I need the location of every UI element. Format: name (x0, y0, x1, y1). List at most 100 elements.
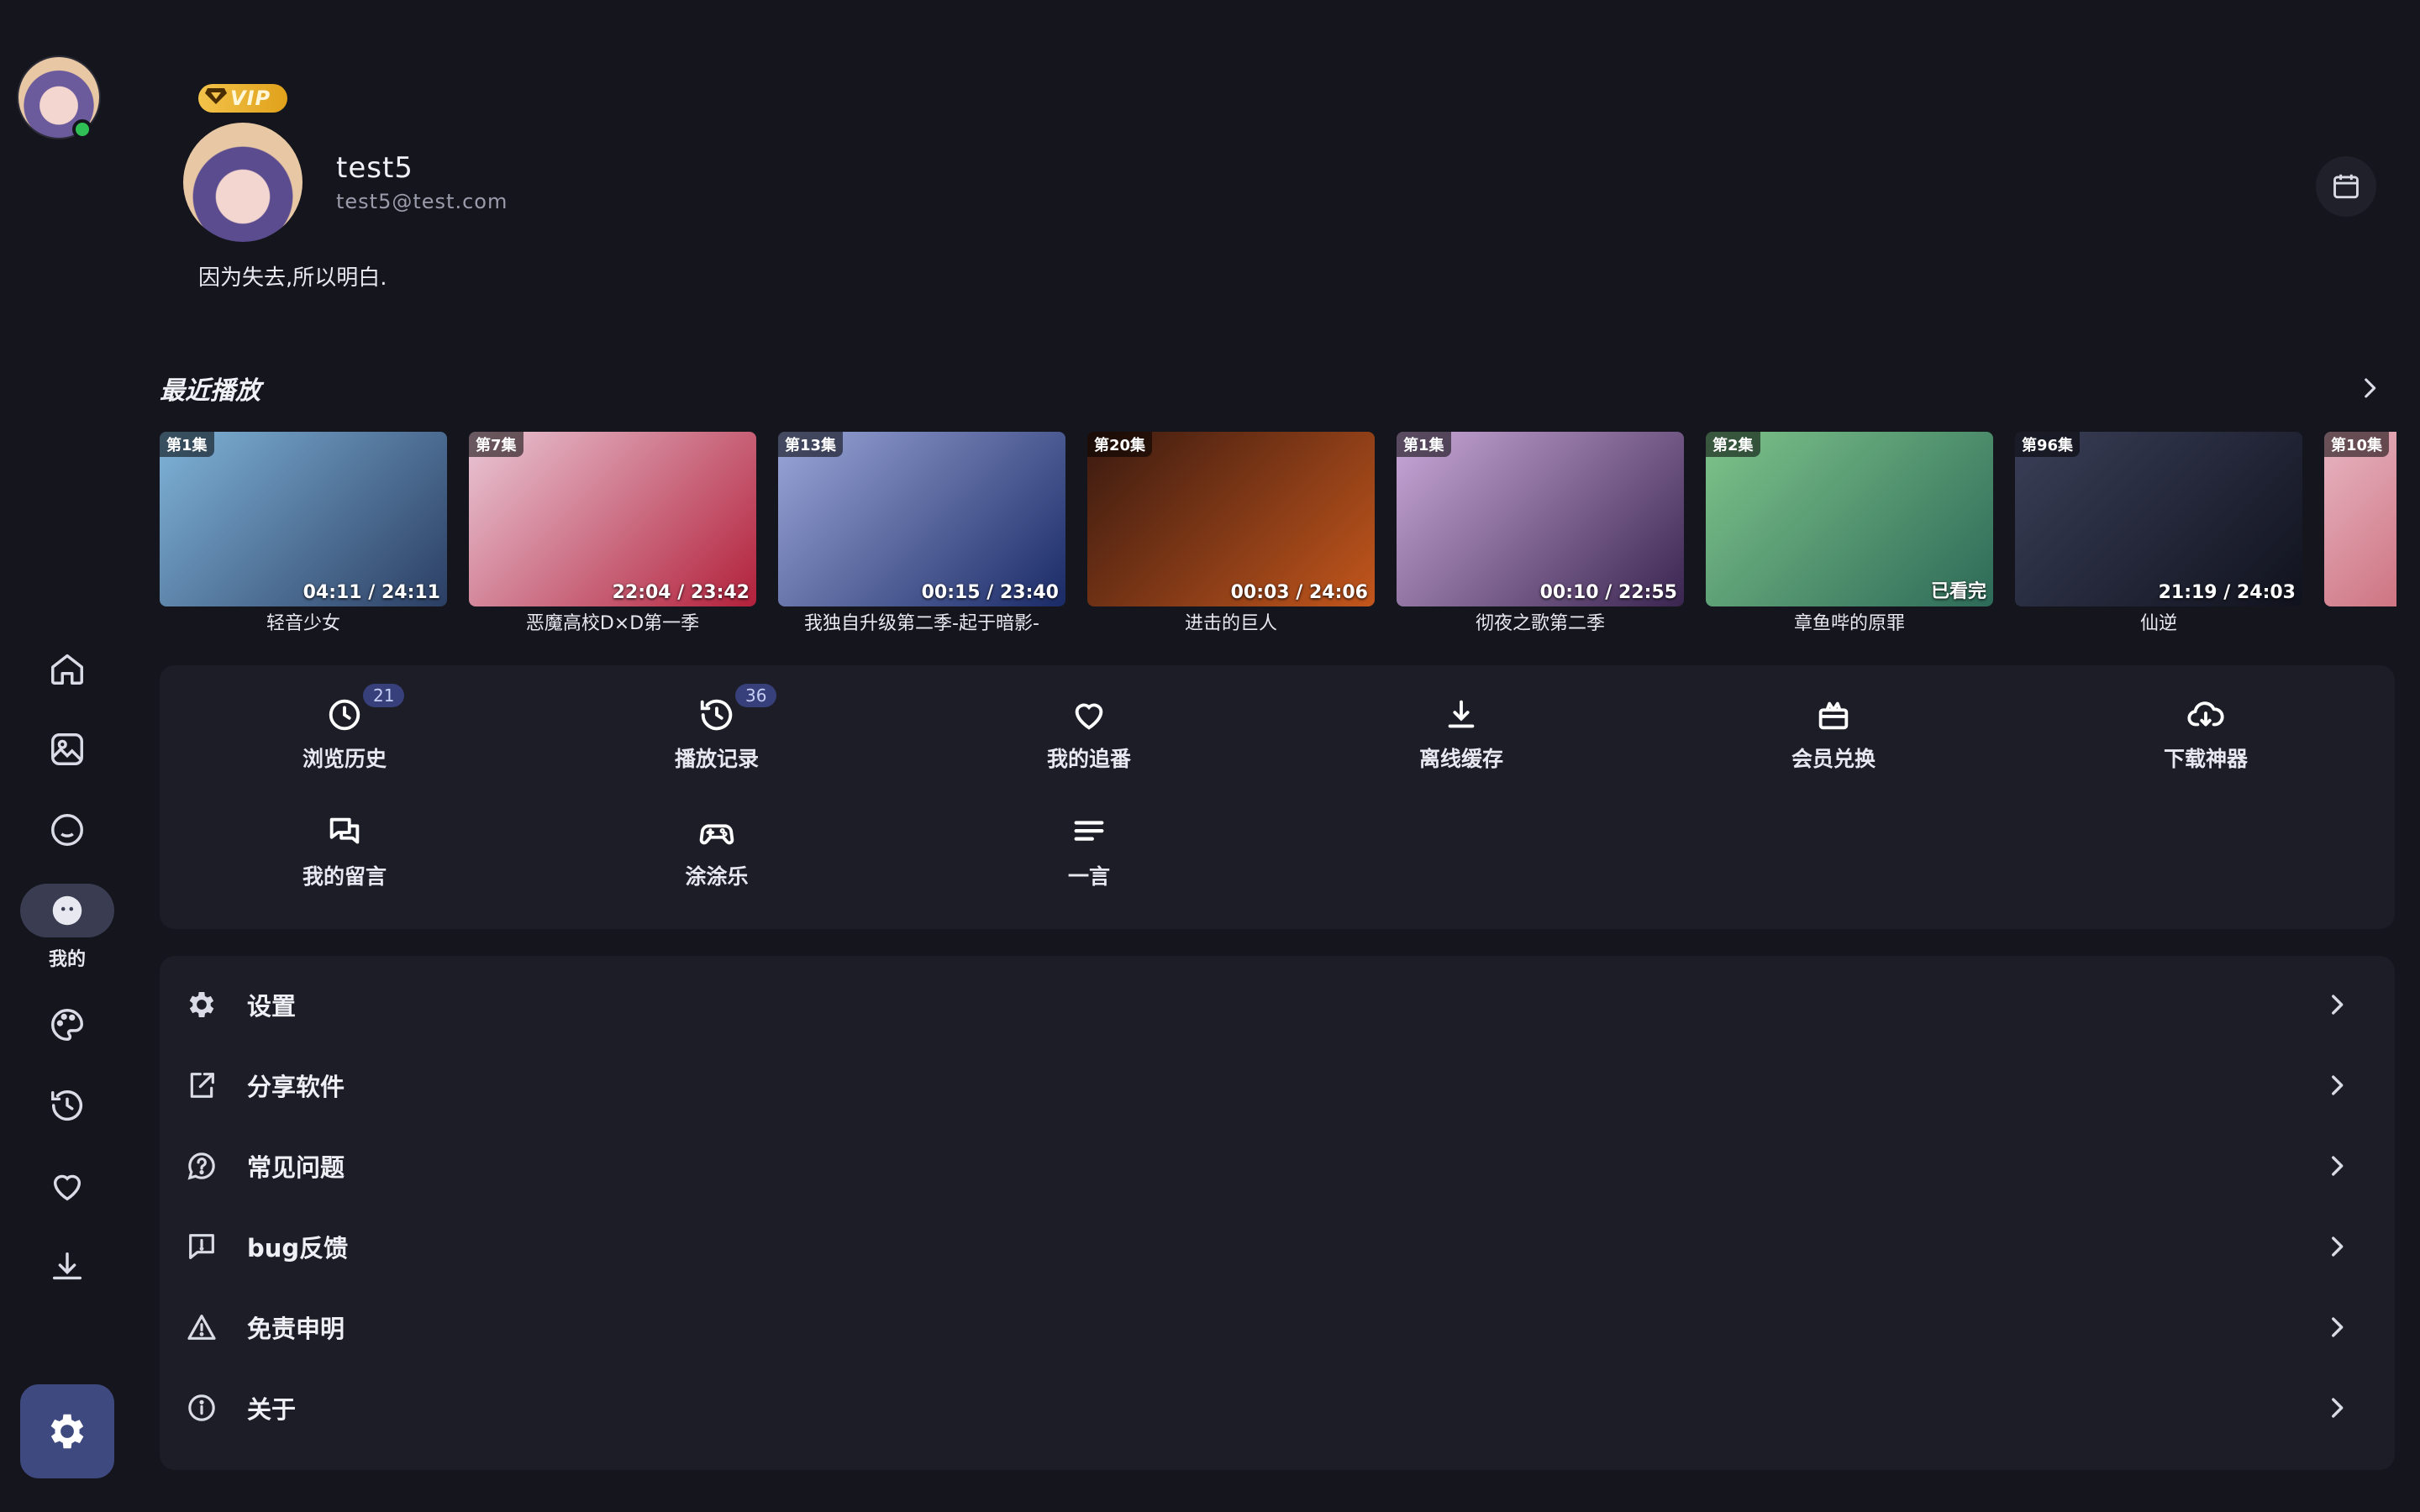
recent-thumbnail: 第7集 22:04 / 23:42 (469, 432, 756, 606)
episode-badge: 第10集 (2324, 432, 2390, 457)
sidebar: 我的 (0, 0, 134, 1512)
calendar-button[interactable] (2316, 156, 2376, 217)
progress-text: 00:10 / 22:55 (1539, 582, 1677, 603)
profile-avatar[interactable] (183, 123, 302, 242)
recent-title: 进击的巨人 (1184, 613, 1277, 633)
quick-label: 一言 (1067, 864, 1110, 889)
me-icon (52, 895, 82, 926)
chevron-right-icon (2332, 1236, 2344, 1257)
quick-browse-history[interactable]: 21 浏览历史 (244, 684, 445, 788)
quick-vip-redeem[interactable]: 会员兑换 (1733, 696, 1934, 788)
vip-badge: VIP (198, 84, 287, 113)
user-signature: 因为失去,所以明白. (198, 265, 387, 291)
recent-thumbnail: 第20集 00:03 / 24:06 (1087, 432, 1375, 606)
menu-label: 分享软件 (247, 1073, 345, 1101)
episode-badge: 第20集 (1087, 432, 1153, 457)
clock-icon (329, 699, 360, 731)
count-badge: 21 (363, 684, 405, 707)
recent-thumbnail: 第2集 已看完 (1706, 432, 1993, 606)
warning-icon (187, 1315, 216, 1340)
recent-card[interactable]: 第96集 21:19 / 24:03 仙逆 (2015, 432, 2302, 633)
quick-label: 我的留言 (302, 864, 387, 889)
menu-label: 设置 (247, 992, 297, 1021)
recent-thumbnail: 第1集 04:11 / 24:11 (160, 432, 447, 606)
quick-play-records[interactable]: 36 播放记录 (616, 684, 818, 788)
chevron-right-icon (2365, 378, 2376, 398)
menu-item-share[interactable]: 分享软件 (160, 1045, 2395, 1126)
settings-fab[interactable] (20, 1384, 114, 1478)
settings-menu: 设置 分享软件 常见问题 bug反馈 免责申明 关于 (160, 956, 2395, 1470)
quick-label: 会员兑换 (1791, 747, 1876, 771)
recent-title: 彻夜之歌第二季 (1475, 613, 1605, 633)
nav-downloads[interactable] (20, 1240, 114, 1294)
episode-badge: 第2集 (1706, 432, 1760, 457)
nav-favorites[interactable] (20, 1159, 114, 1213)
recent-card[interactable]: 第20集 00:03 / 24:06 进击的巨人 (1087, 432, 1375, 633)
menu-item-faq[interactable]: 常见问题 (160, 1126, 2395, 1206)
recent-card[interactable]: 第1集 04:11 / 24:11 轻音少女 (160, 432, 447, 633)
chat-icon (329, 817, 360, 844)
quick-label: 离线缓存 (1418, 747, 1503, 771)
recent-thumbnail: 第13集 00:15 / 23:40 (778, 432, 1065, 606)
quick-label: 播放记录 (674, 747, 759, 771)
app-root: 我的 VIP test5 test5@test.com 因为失去,所以明白. 最… (0, 0, 2420, 1512)
quick-download-tool[interactable]: 下载神器 (2105, 696, 2307, 788)
gift-icon (1818, 701, 1849, 730)
palette-icon (51, 1009, 83, 1041)
history-icon (51, 1090, 82, 1121)
nav-gallery[interactable] (20, 722, 114, 776)
quick-my-follows[interactable]: 我的追番 (988, 696, 1190, 788)
recent-card[interactable]: 第10集 (2324, 432, 2396, 608)
heart-icon (1075, 703, 1103, 730)
recent-card[interactable]: 第2集 已看完 章鱼哔的原罪 (1706, 432, 1993, 633)
quick-doodle[interactable]: 涂涂乐 (616, 813, 818, 906)
download-icon (1448, 700, 1475, 728)
menu-label: bug反馈 (247, 1234, 349, 1263)
download-icon (52, 1252, 82, 1280)
nav-me[interactable] (20, 884, 114, 937)
progress-text: 00:03 / 24:06 (1230, 582, 1368, 603)
text-lines-icon (1074, 821, 1104, 841)
chevron-right-icon (2332, 1398, 2344, 1418)
episode-badge: 第96集 (2015, 432, 2081, 457)
user-email: test5@test.com (336, 190, 508, 213)
menu-item-bug-feedback[interactable]: bug反馈 (160, 1206, 2395, 1287)
nav-home[interactable] (20, 642, 114, 696)
progress-text: 21:19 / 24:03 (2158, 582, 2296, 603)
recent-card[interactable]: 第7集 22:04 / 23:42 恶魔高校D×D第一季 (469, 432, 756, 633)
chevron-right-icon (2332, 1156, 2344, 1176)
quick-label: 涂涂乐 (685, 864, 749, 889)
cloud-download-icon (2187, 701, 2224, 727)
recent-more-button[interactable] (2349, 368, 2390, 408)
chevron-right-icon (2332, 1075, 2344, 1095)
quick-hitokoto[interactable]: 一言 (988, 813, 1190, 906)
quick-offline-cache[interactable]: 离线缓存 (1360, 696, 1562, 788)
nav-history[interactable] (20, 1079, 114, 1132)
diamond-icon (205, 87, 227, 110)
calendar-icon (2333, 174, 2359, 199)
recent-card[interactable]: 第13集 00:15 / 23:40 我独自升级第二季-起于暗影- (778, 432, 1065, 633)
history-icon (700, 699, 733, 731)
nav-discover[interactable] (20, 803, 114, 857)
smile-icon (51, 814, 83, 846)
gear-icon (189, 992, 214, 1017)
menu-item-settings[interactable]: 设置 (160, 964, 2395, 1045)
menu-item-about[interactable]: 关于 (160, 1368, 2395, 1448)
nav-me-label: 我的 (48, 949, 86, 970)
episode-badge: 第1集 (1397, 432, 1451, 457)
menu-label: 关于 (247, 1395, 297, 1424)
menu-label: 免责申明 (247, 1315, 345, 1343)
episode-badge: 第13集 (778, 432, 844, 457)
gamepad-icon (699, 824, 734, 845)
recent-title: 章鱼哔的原罪 (1793, 613, 1905, 633)
menu-label: 常见问题 (247, 1153, 345, 1182)
progress-text: 00:15 / 23:40 (921, 582, 1059, 603)
quick-my-comments[interactable]: 我的留言 (244, 813, 445, 906)
recent-card[interactable]: 第1集 00:10 / 22:55 彻夜之歌第二季 (1397, 432, 1684, 633)
nav-theme[interactable] (20, 998, 114, 1052)
menu-item-disclaimer[interactable]: 免责申明 (160, 1287, 2395, 1368)
quick-label: 我的追番 (1046, 747, 1131, 771)
feedback-icon (189, 1234, 214, 1259)
progress-text: 22:04 / 23:42 (612, 582, 750, 603)
chevron-right-icon (2332, 995, 2344, 1015)
